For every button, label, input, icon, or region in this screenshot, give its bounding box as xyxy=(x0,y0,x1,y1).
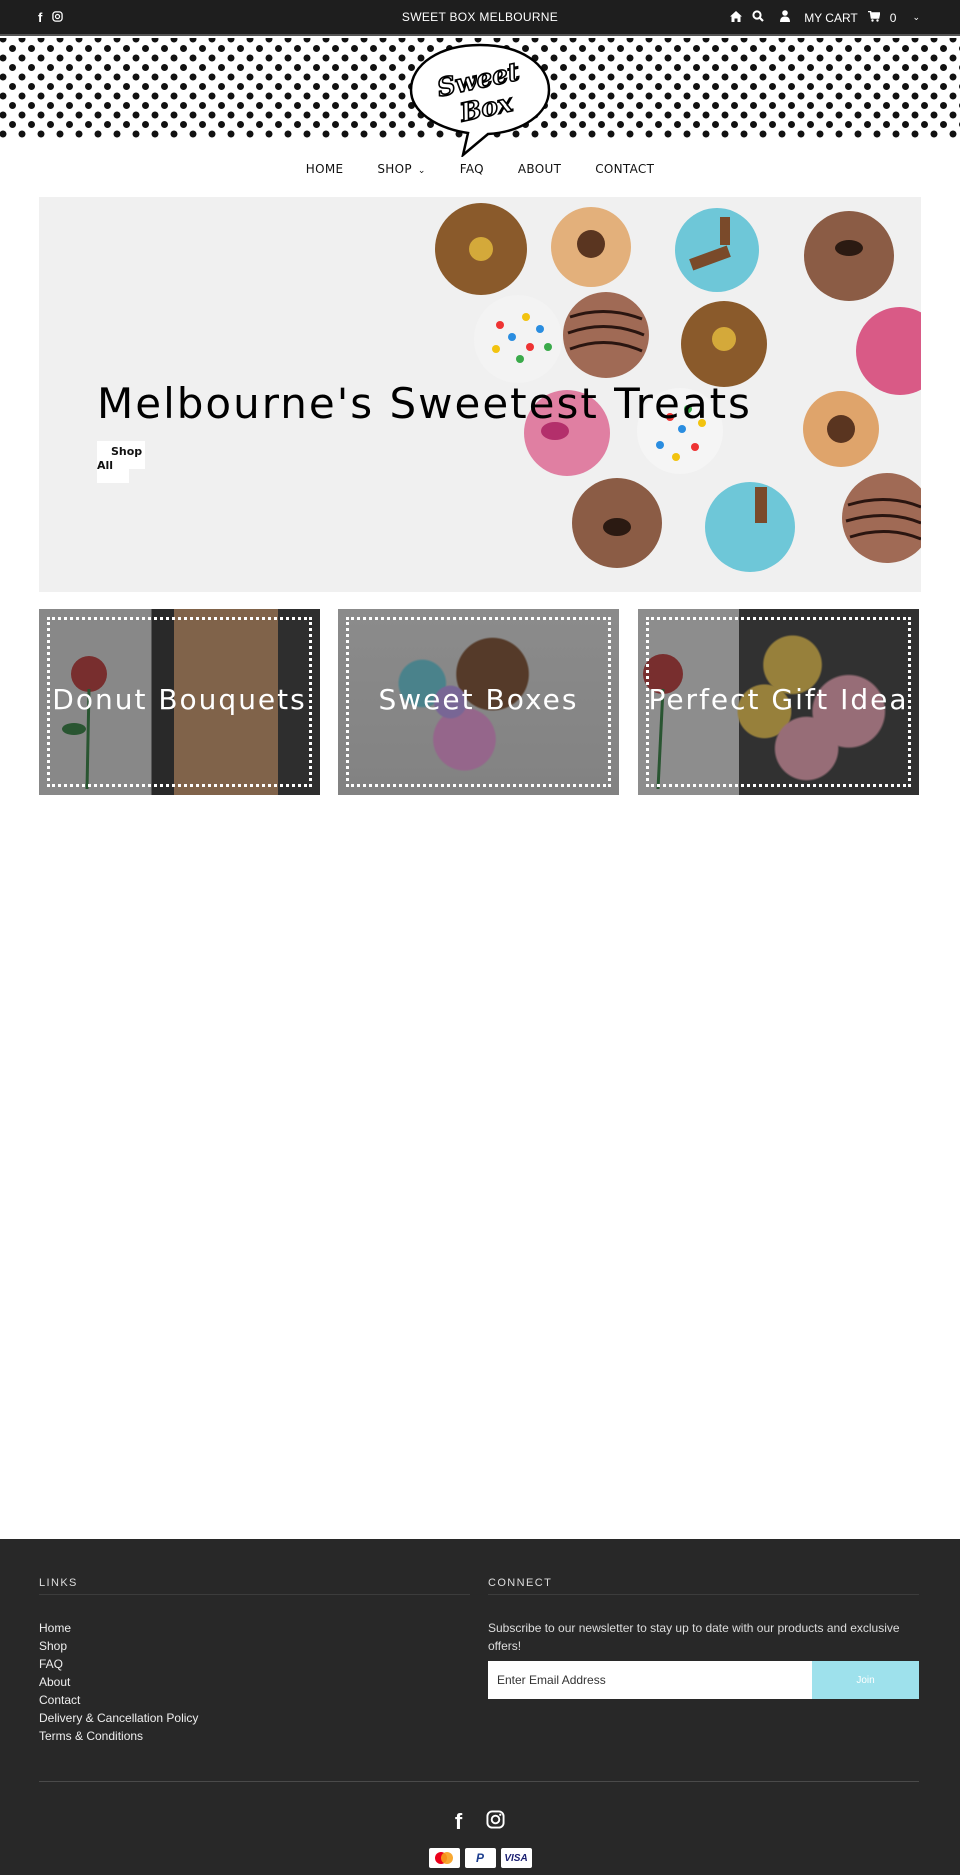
nav-contact[interactable]: CONTACT xyxy=(578,162,671,176)
tile-label: Sweet Boxes xyxy=(378,683,579,716)
footer-link-contact[interactable]: Contact xyxy=(39,1691,470,1709)
facebook-icon[interactable]: f xyxy=(455,1809,462,1835)
category-tile-sweet-boxes[interactable]: Sweet Boxes xyxy=(338,609,619,795)
nav-shop[interactable]: SHOP ⌄ xyxy=(360,162,442,176)
nav-about-label: ABOUT xyxy=(517,162,562,176)
visa-icon: VISA xyxy=(500,1848,532,1868)
shop-all-button[interactable]: Shop All xyxy=(97,441,146,483)
my-cart-link[interactable]: MY CART xyxy=(804,11,858,25)
chevron-down-icon: ⌄ xyxy=(417,166,426,176)
home-icon[interactable] xyxy=(730,10,743,25)
account-icon[interactable] xyxy=(780,10,791,25)
footer-link-home[interactable]: Home xyxy=(39,1619,470,1637)
footer-divider xyxy=(39,1781,919,1782)
footer-link-shop[interactable]: Shop xyxy=(39,1637,470,1655)
tile-label: Perfect Gift Idea xyxy=(648,683,909,716)
paypal-icon: P xyxy=(464,1848,496,1868)
search-icon[interactable] xyxy=(752,10,764,25)
footer-link-delivery-policy[interactable]: Delivery & Cancellation Policy xyxy=(39,1709,470,1727)
nav-shop-label: SHOP xyxy=(377,162,412,176)
payment-methods: P VISA xyxy=(0,1848,960,1868)
cart-icon[interactable] xyxy=(867,10,881,25)
site-logo[interactable]: Sweet Box xyxy=(408,42,552,159)
site-footer: LINKS Home Shop FAQ About Contact Delive… xyxy=(0,1539,960,1875)
footer-links: LINKS Home Shop FAQ About Contact Delive… xyxy=(39,1577,470,1745)
topbar-actions: MY CART 0 ⌄ xyxy=(730,10,920,25)
chevron-down-icon[interactable]: ⌄ xyxy=(912,12,920,23)
mastercard-icon xyxy=(428,1848,460,1868)
category-tile-perfect-gift-idea[interactable]: Perfect Gift Idea xyxy=(638,609,919,795)
footer-link-terms[interactable]: Terms & Conditions xyxy=(39,1727,470,1745)
email-input[interactable] xyxy=(488,1661,812,1699)
footer-link-faq[interactable]: FAQ xyxy=(39,1655,470,1673)
footer-connect: CONNECT Subscribe to our newsletter to s… xyxy=(488,1577,919,1699)
footer-links-heading: LINKS xyxy=(39,1577,470,1595)
main-nav: HOME SHOP ⌄ FAQ ABOUT CONTACT xyxy=(0,162,960,176)
tile-label: Donut Bouquets xyxy=(52,683,307,716)
nav-home[interactable]: HOME xyxy=(289,162,361,176)
hero-banner: Melbourne's Sweetest Treats Shop All xyxy=(39,197,921,592)
category-tile-donut-bouquets[interactable]: Donut Bouquets xyxy=(39,609,320,795)
nav-home-label: HOME xyxy=(305,162,344,176)
nav-contact-label: CONTACT xyxy=(595,162,655,176)
hero-title: Melbourne's Sweetest Treats xyxy=(97,379,752,428)
nav-faq[interactable]: FAQ xyxy=(443,162,501,176)
newsletter-text: Subscribe to our newsletter to stay up t… xyxy=(488,1621,900,1653)
nav-about[interactable]: ABOUT xyxy=(501,162,578,176)
footer-social: f xyxy=(0,1809,960,1835)
shop-all-label-line1: Shop xyxy=(111,445,143,458)
visa-label: VISA xyxy=(504,1852,528,1864)
instagram-icon[interactable] xyxy=(486,1810,505,1834)
footer-connect-heading: CONNECT xyxy=(488,1577,919,1595)
shop-all-label-line2: All xyxy=(97,459,114,472)
top-bar: f SWEET BOX MELBOURNE MY CART 0 ⌄ xyxy=(0,0,960,36)
cart-count: 0 xyxy=(889,10,897,25)
nav-faq-label: FAQ xyxy=(459,162,484,176)
footer-link-about[interactable]: About xyxy=(39,1673,470,1691)
join-button[interactable]: Join xyxy=(812,1661,919,1699)
newsletter-form: Join xyxy=(488,1661,919,1699)
